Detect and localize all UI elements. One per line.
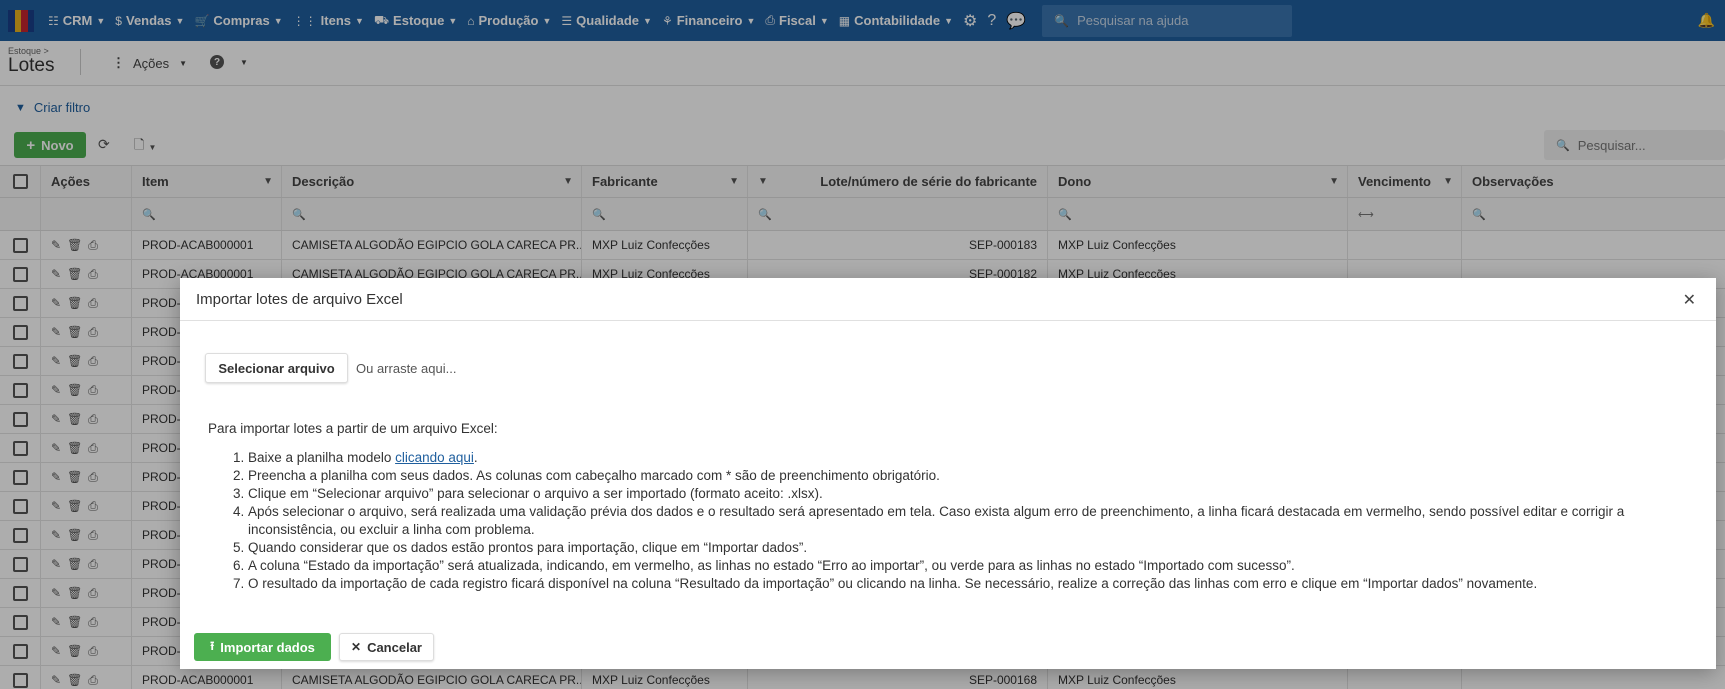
instruction-step: O resultado da importação de cada regist… (248, 575, 1698, 593)
cancel-button[interactable]: ✕ Cancelar (339, 633, 434, 661)
upload-icon: ⭱ (210, 638, 215, 653)
step1-prefix: Baixe a planilha modelo (248, 450, 396, 465)
instructions-intro: Para importar lotes a partir de um arqui… (208, 421, 498, 436)
step1-suffix: . (473, 450, 478, 465)
select-file-button[interactable]: Selecionar arquivo (205, 353, 348, 383)
drop-zone-hint[interactable]: Ou arraste aqui... (356, 361, 456, 376)
cancel-label: Cancelar (367, 639, 422, 655)
dialog-title: Importar lotes de arquivo Excel (196, 290, 403, 308)
instruction-step: Preencha a planilha com seus dados. As c… (248, 467, 1698, 485)
instruction-step: Baixe a planilha modelo clicando aqui. (248, 449, 1698, 467)
instruction-step: Após selecionar o arquivo, será realizad… (248, 503, 1698, 539)
import-data-label: Importar dados (220, 639, 315, 655)
instructions-list: Baixe a planilha modelo clicando aqui. P… (208, 449, 1698, 593)
instruction-step: Clique em “Selecionar arquivo” para sele… (248, 485, 1698, 503)
import-dialog: Importar lotes de arquivo Excel ✕ Seleci… (180, 278, 1716, 669)
instruction-step: Quando considerar que os dados estão pro… (248, 539, 1698, 557)
close-icon: ✕ (351, 640, 362, 654)
instruction-step: A coluna “Estado da importação” será atu… (248, 557, 1698, 575)
dialog-header: Importar lotes de arquivo Excel ✕ (180, 278, 1716, 321)
import-data-button[interactable]: ⭱ Importar dados (194, 633, 331, 661)
import-instructions: Para importar lotes a partir de um arqui… (208, 420, 1698, 593)
close-icon[interactable]: ✕ (1683, 290, 1696, 310)
download-template-link[interactable]: clicando aqui (395, 450, 474, 465)
